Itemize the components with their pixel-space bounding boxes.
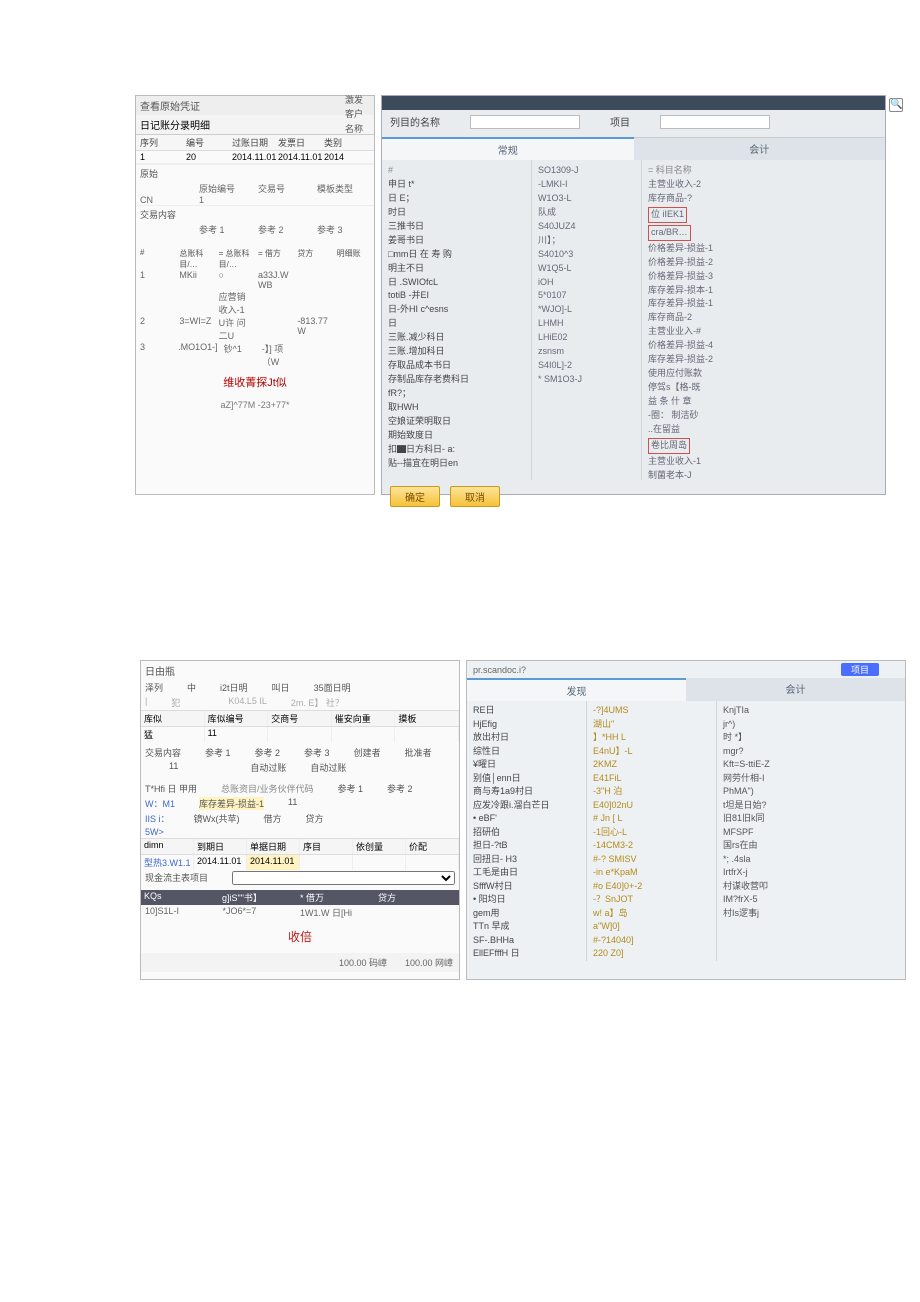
list-col-2: -?]4UMS湖山"】*HH LE4nU】-L2KMZE41FiL-3"H 泊E… [587, 701, 717, 961]
side-labels: 激发客户名称 [345, 93, 363, 136]
line-row[interactable]: 应营销收入-1 [136, 290, 374, 316]
footer-code: aZ]^77M -23+77* [136, 396, 374, 418]
banner-label: 查看原始凭证 [136, 96, 374, 115]
tab-accounting[interactable]: 会计 [686, 678, 905, 701]
tree-col-left[interactable]: # 申日 t*日 E；时日三推书日姜哥书日□mm日 在 寿 购明主不日 日 .S… [382, 160, 532, 480]
cashflow-select[interactable] [232, 871, 455, 885]
line-row[interactable]: 1MKii○a33J.W WB [136, 270, 374, 290]
tab-common[interactable]: 常规 [382, 137, 634, 160]
table-row[interactable]: 猛11 [141, 727, 459, 742]
tree-col-mid: SO1309-J-LMKI-IW1O3-L队成S40JUZ4川】；S4010^3… [532, 160, 642, 480]
grid-header: 序列编号 过账日期发票日 类别 [136, 135, 374, 151]
list-col-1[interactable]: RE日HjEfig放出村日综性日¥曜日别值│enn日商与寿1a9村日应发冷跟i.… [467, 701, 587, 961]
line-row[interactable]: 23=WI=ZU许 问二U-813.77 W [136, 316, 374, 342]
search-icon[interactable]: 🔍 [889, 98, 903, 112]
red-stamp-text: 维收菁探Jt似 [136, 368, 374, 396]
dark-header-bar: KQsg]iS""书】 * 借万贷方 [141, 890, 459, 905]
totals-bar: 100.00 码嶂100.00 网嶂 [141, 953, 459, 972]
tab-common[interactable]: 发现 [467, 678, 686, 701]
titlebar [382, 96, 885, 110]
tree-col-right[interactable]: = 科目名称 主营业收入-2库存商品-?位 iIEK1cra/BR…价格差异-损… [642, 160, 885, 480]
filter-label: 列目的名称 [390, 114, 440, 129]
subtitle: pr.scandoc.i? [473, 665, 526, 675]
tab-accounting[interactable]: 会计 [634, 137, 886, 160]
grid-row[interactable]: 120 2014.11.012014.11.01 2014 [136, 151, 374, 164]
red-stamp-text: 收倍 [141, 920, 459, 953]
line-row[interactable]: 3.MO1O1-]钞^1-】] 项（W [136, 342, 374, 368]
document-detail-window: 日由瓶 泽列中 i2t日明叫日 35面日明 |犯 K04.L5 IL 2m. E… [140, 660, 460, 980]
account-picker-window-2: pr.scandoc.i? 项目 发现 会计 RE日HjEfig放出村日综性日¥… [466, 660, 906, 980]
table-header: 库似库似编号 交商号催安向重 摸板 [141, 710, 459, 727]
ok-button[interactable]: 确定 [390, 486, 440, 507]
filter-input-1[interactable] [470, 115, 580, 129]
origin-section: 原始 [136, 164, 374, 182]
chip-project[interactable]: 项目 [841, 663, 879, 676]
account-picker-window: 列目的名称 项目 常规 会计 # 申日 t*日 E；时日三推书日姜哥书日□mm日… [381, 95, 886, 495]
window-title: 日由瓶 [141, 661, 459, 680]
journal-entry-window: 查看原始凭证 日记账分录明细 序列编号 过账日期发票日 类别 120 2014.… [135, 95, 375, 495]
list-col-3[interactable]: KnjTIajr^)时 *】mgr?Kft=S-ttiE-Z网劳什相-IPhMA… [717, 701, 905, 961]
journal-tab[interactable]: 日记账分录明细 [136, 115, 374, 135]
filter-label-2: 项目 [610, 114, 630, 129]
txn-section: 交易内容 [136, 205, 374, 223]
filter-input-2[interactable] [660, 115, 770, 129]
cancel-button[interactable]: 取消 [450, 486, 500, 507]
origin-row: CN1 [136, 195, 374, 205]
